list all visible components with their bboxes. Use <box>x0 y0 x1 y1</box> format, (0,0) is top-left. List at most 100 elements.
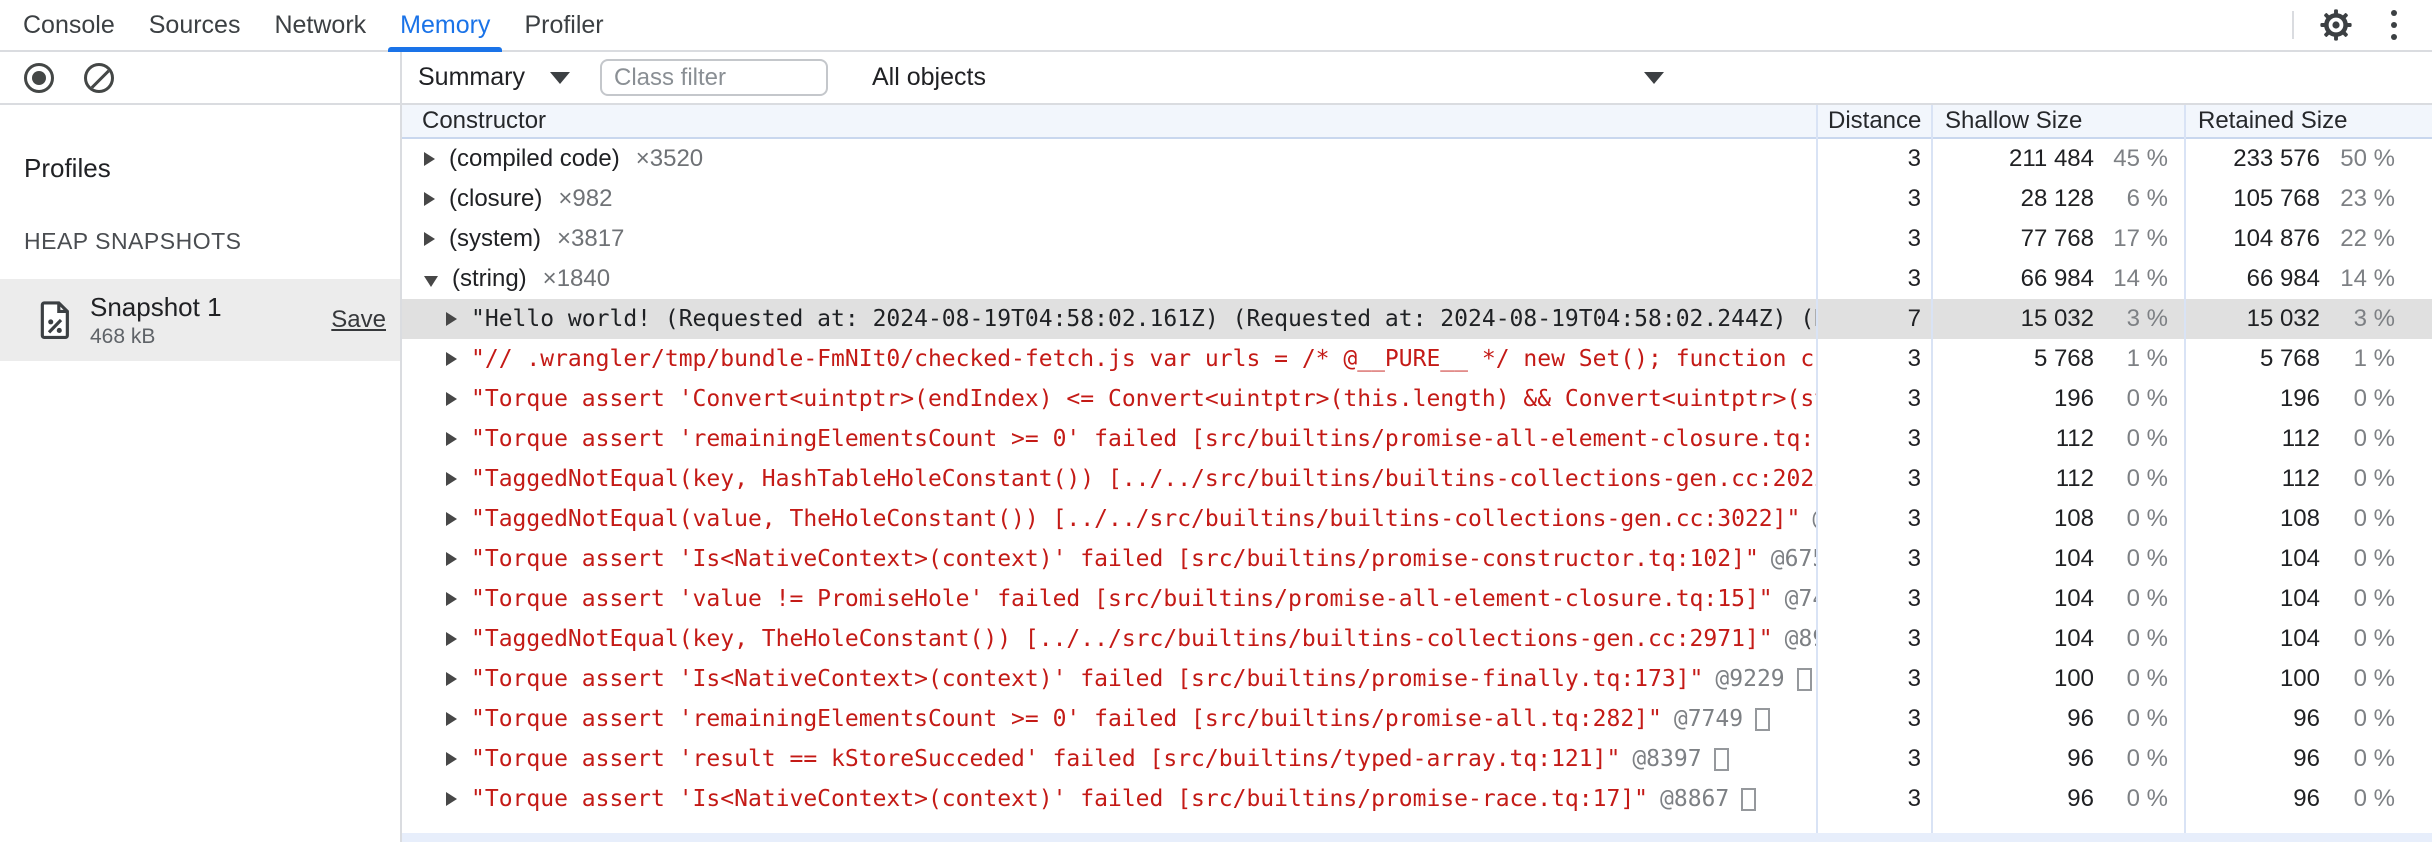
shallow-size-percent: 0 % <box>2126 465 2168 492</box>
object-scope-select[interactable]: All objects <box>872 63 1664 92</box>
string-value: "Torque assert 'Is<NativeContext>(contex… <box>471 786 1649 812</box>
column-header-distance[interactable]: Distance <box>1818 107 1933 135</box>
distance-cell: 3 <box>1907 385 1921 412</box>
profiles-title: Profiles <box>24 153 111 183</box>
string-instance-row[interactable]: "TaggedNotEqual(key, TheHoleConstant()) … <box>402 619 2432 659</box>
string-instance-row[interactable]: "TaggedNotEqual(key, HashTableHoleConsta… <box>402 459 2432 499</box>
string-instance-row[interactable]: "Torque assert 'value != PromiseHole' fa… <box>402 579 2432 619</box>
retained-size-value: 66 984 <box>2246 265 2320 292</box>
expanded-arrow-icon[interactable] <box>424 275 438 287</box>
retained-size-percent: 0 % <box>2353 745 2395 772</box>
string-value: "TaggedNotEqual(key, TheHoleConstant()) … <box>471 626 1773 652</box>
heap-grid: Constructor Distance Shallow Size Retain… <box>402 105 2432 842</box>
constructor-row[interactable]: (system) ×3817 3 77 768 17 % 104 876 22 % <box>402 219 2432 259</box>
string-instance-row[interactable]: "Torque assert 'Is<NativeContext>(contex… <box>402 659 2432 699</box>
string-instance-row[interactable]: "Torque assert 'Is<NativeContext>(contex… <box>402 539 2432 579</box>
column-divider[interactable] <box>2184 105 2186 842</box>
collapsed-arrow-icon[interactable] <box>446 552 457 566</box>
string-instance-row[interactable]: "Torque assert 'Convert<uintptr>(endInde… <box>402 379 2432 419</box>
string-instance-row[interactable]: "Torque assert 'result == kStoreSucceded… <box>402 739 2432 779</box>
clear-icon <box>84 62 114 93</box>
distance-cell: 3 <box>1907 425 1921 452</box>
column-divider[interactable] <box>1931 105 1933 842</box>
collapsed-arrow-icon[interactable] <box>446 752 457 766</box>
tab-sources[interactable]: Sources <box>132 0 258 50</box>
collapsed-arrow-icon[interactable] <box>446 632 457 646</box>
collapsed-arrow-icon[interactable] <box>446 592 457 606</box>
shallow-size-cell: 96 0 % <box>1933 745 2186 773</box>
string-instance-row[interactable]: "Torque assert 'remainingElementsCount >… <box>402 699 2432 739</box>
constructor-row[interactable]: (string) ×1840 3 66 984 14 % 66 984 14 % <box>402 259 2432 299</box>
string-instance-row[interactable]: "Hello world! (Requested at: 2024-08-19T… <box>402 299 2432 339</box>
collapsed-arrow-icon[interactable] <box>446 472 457 486</box>
settings-button[interactable] <box>2312 1 2360 49</box>
string-instance-row[interactable]: "TaggedNotEqual(value, TheHoleConstant()… <box>402 499 2432 539</box>
column-header-retained-size[interactable]: Retained Size <box>2186 107 2432 135</box>
string-instance-row[interactable]: "Torque assert 'Is<NativeContext>(contex… <box>402 779 2432 819</box>
class-filter-input[interactable] <box>600 59 828 96</box>
collapsed-arrow-icon[interactable] <box>446 352 457 366</box>
shallow-size-value: 96 <box>2067 705 2094 732</box>
shallow-size-value: 96 <box>2067 745 2094 772</box>
shallow-size-cell: 211 484 45 % <box>1933 145 2186 173</box>
collapsed-arrow-icon[interactable] <box>446 392 457 406</box>
collapsed-arrow-icon[interactable] <box>424 152 435 166</box>
missing-glyph-box-icon <box>1755 707 1771 731</box>
shallow-size-value: 104 <box>2053 585 2094 612</box>
sidebar-item-snapshot-1[interactable]: Snapshot 1 468 kB Save <box>0 279 400 361</box>
distance-cell: 3 <box>1907 465 1921 492</box>
collapsed-arrow-icon[interactable] <box>446 512 457 526</box>
more-menu-button[interactable] <box>2370 1 2418 49</box>
shallow-size-percent: 6 % <box>2126 185 2168 212</box>
string-instance-row[interactable]: "Torque assert 'remainingElementsCount >… <box>402 419 2432 459</box>
constructor-cell: "Torque assert 'Convert<uintptr>(endInde… <box>402 386 1818 412</box>
shallow-size-percent: 3 % <box>2126 305 2168 332</box>
profiler-controls <box>0 52 402 103</box>
retained-size-cell: 104 876 22 % <box>2186 225 2432 253</box>
shallow-size-percent: 45 % <box>2113 145 2168 172</box>
column-header-constructor[interactable]: Constructor <box>402 107 1818 135</box>
retained-size-value: 100 <box>2279 665 2320 692</box>
object-id: @9229 <box>1715 666 1785 692</box>
save-snapshot-link[interactable]: Save <box>331 306 386 334</box>
collapsed-arrow-icon[interactable] <box>446 312 457 326</box>
constructor-row[interactable]: (compiled code) ×3520 3 211 484 45 % 233 576 5… <box>402 139 2432 179</box>
retained-size-cell: 96 0 % <box>2186 705 2432 733</box>
distance-cell: 3 <box>1907 545 1921 572</box>
column-divider[interactable] <box>1816 105 1818 842</box>
tab-memory[interactable]: Memory <box>383 0 507 52</box>
tab-console[interactable]: Console <box>6 0 132 50</box>
constructor-name: (system) <box>449 225 541 252</box>
collapsed-arrow-icon[interactable] <box>446 672 457 686</box>
snapshot-meta: Snapshot 1 468 kB <box>90 292 222 349</box>
shallow-size-value: 196 <box>2053 385 2094 412</box>
shallow-size-value: 108 <box>2053 505 2094 532</box>
shallow-size-value: 5 768 <box>2033 345 2094 372</box>
constructor-row[interactable]: (closure) ×982 3 28 128 6 % 105 768 23 % <box>402 179 2432 219</box>
retained-size-value: 96 <box>2293 705 2320 732</box>
collapsed-arrow-icon[interactable] <box>446 712 457 726</box>
distance-cell: 3 <box>1907 185 1921 212</box>
clear-profiles-button[interactable] <box>80 59 118 97</box>
record-heap-snapshot-button[interactable] <box>20 59 58 97</box>
retained-size-value: 104 <box>2279 625 2320 652</box>
collapsed-arrow-icon[interactable] <box>424 232 435 246</box>
shallow-size-percent: 0 % <box>2126 545 2168 572</box>
constructor-cell: "TaggedNotEqual(key, TheHoleConstant()) … <box>402 626 1818 652</box>
collapsed-arrow-icon[interactable] <box>424 192 435 206</box>
object-id: @8867 <box>1660 786 1730 812</box>
column-header-shallow-size[interactable]: Shallow Size <box>1933 107 2186 135</box>
tab-network[interactable]: Network <box>257 0 383 50</box>
retained-size-percent: 22 % <box>2340 225 2395 252</box>
missing-glyph-box-icon <box>1796 667 1812 691</box>
shallow-size-cell: 104 0 % <box>1933 625 2186 653</box>
collapsed-arrow-icon[interactable] <box>446 792 457 806</box>
tab-profiler[interactable]: Profiler <box>507 0 620 50</box>
constructor-name: (compiled code) <box>449 145 620 172</box>
retained-size-percent: 14 % <box>2340 265 2395 292</box>
perspective-select[interactable]: Summary <box>418 63 570 92</box>
string-instance-row[interactable]: "// .wrangler/tmp/bundle-FmNIt0/checked-… <box>402 339 2432 379</box>
collapsed-arrow-icon[interactable] <box>446 432 457 446</box>
shallow-size-percent: 0 % <box>2126 505 2168 532</box>
distance-cell: 3 <box>1907 745 1921 772</box>
